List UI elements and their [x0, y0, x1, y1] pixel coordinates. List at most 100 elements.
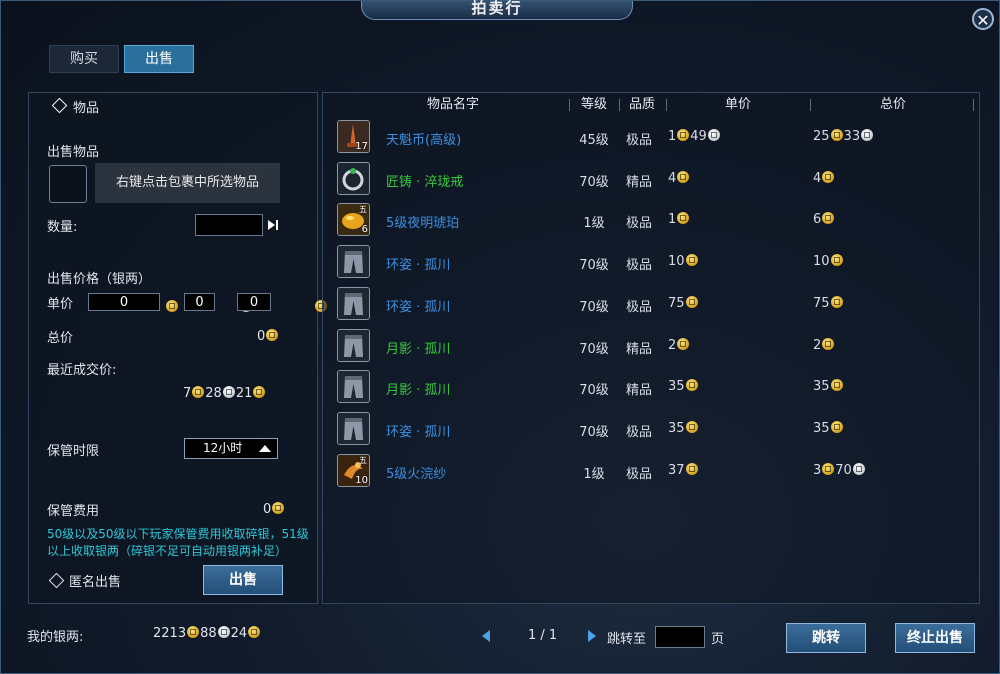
- tower-icon[interactable]: 17: [337, 120, 370, 153]
- unit-price-copper-input[interactable]: 0: [237, 293, 271, 311]
- stack-count: 17: [355, 141, 368, 152]
- item-slot[interactable]: [49, 165, 87, 203]
- item-quality: 极品: [626, 258, 653, 274]
- max-quantity-button[interactable]: [267, 217, 279, 231]
- item-quality: 极品: [626, 466, 653, 482]
- total-price: 35: [813, 420, 844, 436]
- pants-icon[interactable]: [337, 245, 370, 279]
- item-name[interactable]: 月影 · 孤川: [386, 338, 450, 357]
- anonymous-sell-toggle[interactable]: 匿名出售: [47, 571, 167, 591]
- jump-button[interactable]: 跳转: [786, 623, 866, 653]
- window-title: 拍卖行: [361, 1, 633, 20]
- header-quality[interactable]: 品质: [621, 95, 663, 115]
- gold-coin-icon: [822, 212, 835, 225]
- item-name[interactable]: 月影 · 孤川: [386, 379, 450, 398]
- unit-price-silver-input[interactable]: 0: [184, 293, 215, 311]
- price-a: 35: [668, 420, 685, 436]
- item-quality: 极品: [626, 133, 653, 148]
- fire-silk-icon[interactable]: 五 10: [337, 453, 370, 487]
- item-name[interactable]: 5级夜明琥珀: [386, 212, 459, 231]
- item-level: 70级: [579, 383, 609, 399]
- header-name[interactable]: 物品名字: [393, 95, 513, 115]
- header-divider: [666, 99, 667, 111]
- table-row[interactable]: 环姿 · 孤川 70级 极品 35 35: [323, 409, 979, 451]
- header-unit-price[interactable]: 单价: [683, 95, 793, 115]
- storage-time-label: 保管时限: [47, 444, 100, 459]
- gold-coin-icon: [677, 212, 690, 225]
- table-row[interactable]: 月影 · 孤川 70级 精品 35 35: [323, 367, 979, 409]
- total-price: 10: [813, 254, 844, 269]
- total-price: 25 33: [813, 129, 874, 144]
- price-a: 35: [813, 420, 830, 436]
- table-row[interactable]: 五 10 5级火浣纱 1级 极品 37 3 70: [323, 451, 979, 493]
- pants-icon[interactable]: [337, 286, 370, 320]
- table-row[interactable]: 月影 · 孤川 70级 精品 2 2: [323, 326, 979, 368]
- stack-count: 6: [361, 224, 368, 236]
- item-name[interactable]: 环姿 · 孤川: [386, 421, 450, 440]
- price-a: 2: [813, 337, 822, 353]
- item-name[interactable]: 环姿 · 孤川: [386, 254, 450, 273]
- my-silver-value: 2213 88 24: [153, 626, 261, 641]
- header-divider: [810, 99, 811, 111]
- table-row[interactable]: 五 6 5级夜明琥珀 1级 极品 1 6: [323, 200, 979, 242]
- price-section-label: 出售价格（银两）: [47, 272, 152, 287]
- table-row[interactable]: 环姿 · 孤川 70级 极品 10 10: [323, 242, 979, 284]
- silver-a: 2213: [153, 626, 187, 641]
- tab-buy[interactable]: 购买: [49, 45, 119, 73]
- gold-coin-icon: [266, 329, 279, 341]
- total-price: 75: [813, 295, 844, 311]
- gold-coin-icon: [192, 386, 205, 398]
- item-level: 70级: [579, 341, 609, 357]
- pants-icon[interactable]: [337, 370, 370, 404]
- ring-icon[interactable]: [337, 161, 370, 195]
- close-button[interactable]: ✕: [972, 8, 994, 30]
- total-price: 6: [813, 212, 835, 227]
- gold-coin-icon: [166, 300, 178, 312]
- item-quality: 精品: [626, 341, 653, 357]
- header-level[interactable]: 等级: [573, 95, 615, 115]
- chevron-up-icon: [259, 445, 271, 452]
- item-name[interactable]: 环姿 · 孤川: [386, 296, 450, 315]
- gold-coin-icon: [677, 337, 690, 350]
- quantity-input[interactable]: [195, 214, 263, 236]
- page-input[interactable]: [655, 626, 705, 648]
- item-level: 1级: [583, 216, 605, 232]
- price-a: 35: [668, 379, 685, 395]
- jump-to-label: 跳转至: [607, 632, 647, 647]
- recent-c: 21: [235, 386, 253, 401]
- header-total-price[interactable]: 总价: [833, 95, 953, 115]
- item-level: 70级: [579, 258, 609, 274]
- silver-c: 24: [230, 626, 248, 641]
- next-page-icon[interactable]: [588, 630, 596, 642]
- item-name[interactable]: 天魁币(高级): [386, 129, 461, 148]
- pants-icon[interactable]: [337, 411, 370, 445]
- sell-button[interactable]: 出售: [203, 565, 283, 595]
- stop-selling-button[interactable]: 终止出售: [895, 623, 975, 653]
- item-name[interactable]: 5级火浣纱: [386, 463, 446, 482]
- close-icon: ✕: [976, 11, 990, 30]
- price-a: 10: [668, 254, 685, 270]
- pants-icon[interactable]: [337, 328, 370, 362]
- unit-price-gold-input[interactable]: 0: [88, 293, 160, 311]
- storage-fee-note: 50级以及50级以下玩家保管费用收取碎银，51级以上收取银两（碎银不足可自动用银…: [47, 527, 309, 558]
- total-amount: 0: [257, 329, 266, 344]
- item-name[interactable]: 匠铸 · 淬珑戒: [386, 171, 463, 190]
- storage-time-select[interactable]: 12小时: [184, 438, 278, 459]
- amber-gem-icon[interactable]: 五6: [337, 203, 370, 237]
- unit-price-label: 单价: [47, 297, 74, 312]
- table-row[interactable]: 匠铸 · 淬珑戒 70级 精品 4 4: [323, 159, 979, 201]
- header-divider: [569, 99, 570, 111]
- tab-sell[interactable]: 出售: [124, 45, 194, 73]
- prev-page-icon[interactable]: [482, 630, 490, 642]
- table-row[interactable]: 17 天魁币(高级) 45级 极品 1 49 25 33: [323, 117, 979, 159]
- item-quality: 精品: [626, 174, 653, 190]
- unit-price: 35: [668, 420, 699, 436]
- silver-coin-icon: [217, 626, 230, 638]
- table-row[interactable]: 环姿 · 孤川 70级 极品 75 75: [323, 284, 979, 326]
- recent-a: 7: [183, 386, 192, 401]
- gold-coin-icon: [677, 129, 690, 141]
- price-a: 3: [813, 462, 822, 478]
- total-label: 总价: [47, 331, 74, 346]
- total-price: 2: [813, 337, 835, 353]
- page-suffix: 页: [711, 632, 725, 647]
